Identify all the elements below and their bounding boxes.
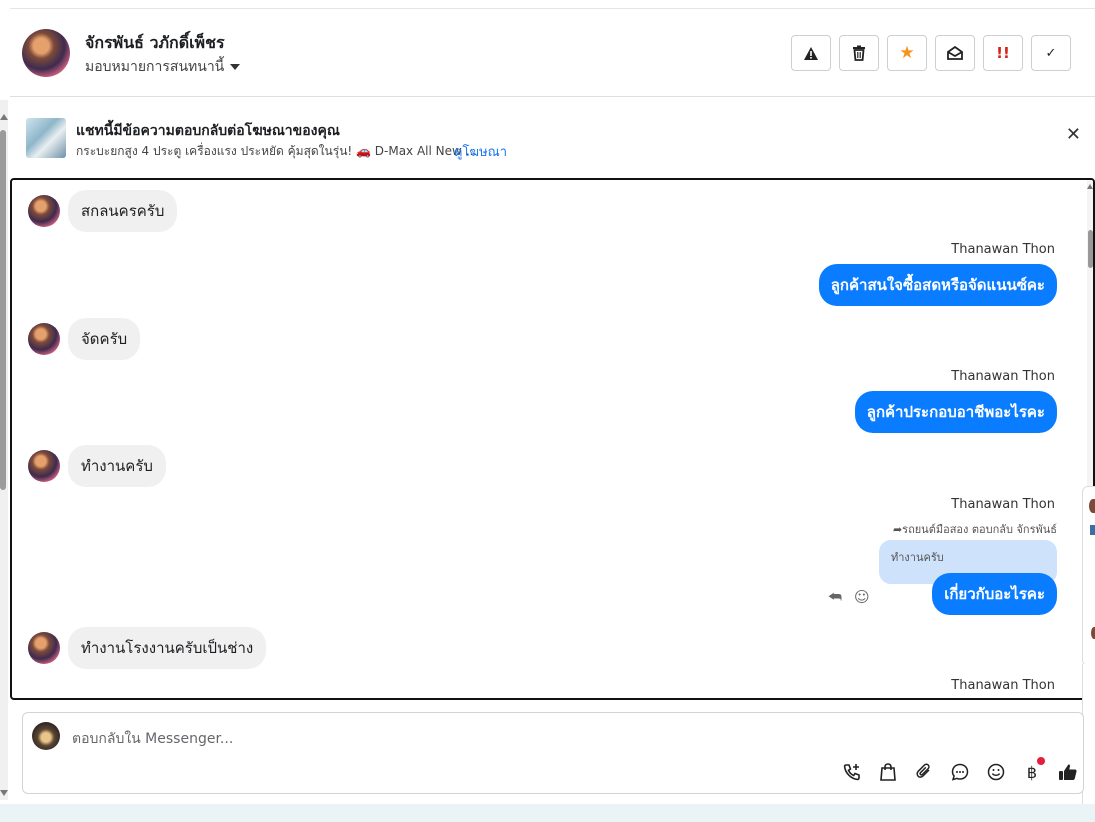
thumbs-up-icon[interactable] (1057, 761, 1079, 783)
reply-icon[interactable]: ⮪ (828, 588, 842, 606)
sender-name: Thanawan Thon (951, 369, 1055, 384)
composer-toolbar: ฿ (841, 757, 1079, 783)
emoji-icon[interactable] (985, 761, 1007, 783)
reply-reference-text: รถยนต์มือสอง ตอบกลับ จักรพันธ์ (902, 523, 1057, 536)
outgoing-bubble[interactable]: ลูกค้าประกอบอาชีพอะไรคะ (854, 391, 1057, 433)
scroll-up-arrow-icon[interactable] (1087, 184, 1093, 189)
ad-banner-title: แชทนี้มีข้อความตอบกลับต่อโฆษณาของคุณ (76, 123, 340, 139)
mark-unread-button[interactable] (935, 35, 975, 71)
message-tools: ⮪ ☺ (828, 588, 870, 606)
contact-avatar[interactable] (22, 29, 70, 77)
ad-thumbnail[interactable] (26, 118, 66, 158)
scroll-up-arrow-icon[interactable] (0, 114, 8, 120)
double-exclamation-icon: !! (996, 44, 1010, 62)
trash-icon (853, 45, 865, 61)
ad-reply-banner: แชทนี้มีข้อความตอบกลับต่อโฆษณาของคุณ กระ… (10, 98, 1095, 178)
contact-avatar[interactable] (28, 450, 60, 482)
reply-reference: ➦รถยนต์มือสอง ตอบกลับ จักรพันธ์ (893, 520, 1057, 538)
sender-name: Thanawan Thon (951, 678, 1055, 693)
incoming-bubble[interactable]: จัดครับ (68, 318, 141, 360)
incoming-bubble[interactable]: ทำงานครับ (68, 445, 166, 487)
incoming-message: สกลนครครับ (28, 190, 178, 232)
chat-bubble-icon[interactable] (949, 761, 971, 783)
thumbnail-fragment (1090, 525, 1095, 535)
baht-icon[interactable]: ฿ (1021, 757, 1045, 783)
side-panel-edge[interactable] (1082, 486, 1095, 666)
sender-name: Thanawan Thon (951, 242, 1055, 257)
scroll-down-arrow-icon[interactable] (0, 790, 8, 796)
mark-done-button[interactable]: ✓ (1031, 35, 1071, 71)
incoming-message: ทำงานโรงงานครับเป็นช่าง (28, 627, 267, 669)
ad-banner-subtitle: กระบะยกสูง 4 ประตู เครื่องแรง ประหยัด คุ… (76, 144, 478, 158)
outgoing-bubble[interactable]: ลูกค้าสนใจซื้อสดหรือจัดแนนซ์คะ (818, 264, 1057, 306)
envelope-open-icon (947, 46, 963, 60)
assign-label: มอบหมายการสนทนานี้ (85, 59, 225, 75)
check-icon: ✓ (1045, 45, 1057, 61)
reply-arrow-icon: ➦ (892, 523, 903, 536)
messenger-inbox-page: จักรพันธ์ วภักดิ์เพ็ชร มอบหมายการสนทนานี… (0, 0, 1095, 822)
warning-triangle-icon (804, 46, 818, 60)
paperclip-icon[interactable] (913, 761, 935, 783)
scroll-thumb[interactable] (1088, 230, 1093, 268)
follow-up-button[interactable]: !! (983, 35, 1023, 71)
avatar-fragment (1091, 627, 1095, 639)
reply-composer[interactable]: ตอบกลับใน Messenger... ฿ (22, 712, 1084, 794)
reply-input[interactable]: ตอบกลับใน Messenger... (72, 728, 233, 750)
bottom-bar (0, 804, 1095, 822)
contact-avatar[interactable] (28, 323, 60, 355)
avatar-fragment (1089, 499, 1095, 513)
sender-name: Thanawan Thon (951, 497, 1055, 512)
baht-glyph: ฿ (1026, 762, 1038, 782)
caret-down-icon (230, 64, 241, 70)
close-icon[interactable]: ✕ (1066, 126, 1081, 144)
header-actions: ★ !! ✓ (791, 35, 1071, 71)
phone-plus-icon[interactable] (841, 761, 863, 783)
contact-name[interactable]: จักรพันธ์ วภักดิ์เพ็ชร (85, 31, 225, 56)
notification-dot (1037, 757, 1045, 765)
incoming-message: จัดครับ (28, 318, 141, 360)
conversation-header: จักรพันธ์ วภักดิ์เพ็ชร มอบหมายการสนทนานี… (10, 9, 1095, 97)
outgoing-bubble[interactable]: เกี่ยวกับอะไรคะ (932, 573, 1057, 615)
left-scrollbar[interactable] (0, 100, 8, 800)
contact-avatar[interactable] (28, 195, 60, 227)
view-ad-link[interactable]: ดูโฆษณา (454, 141, 507, 162)
scroll-thumb[interactable] (0, 130, 6, 490)
star-icon: ★ (899, 43, 915, 63)
page-avatar (32, 722, 60, 750)
message-thread[interactable]: สกลนครครับ Thanawan Thon ลูกค้าสนใจซื้อส… (10, 178, 1095, 700)
star-button[interactable]: ★ (887, 35, 927, 71)
delete-button[interactable] (839, 35, 879, 71)
report-spam-button[interactable] (791, 35, 831, 71)
incoming-bubble[interactable]: ทำงานโรงงานครับเป็นช่าง (68, 627, 267, 669)
assign-conversation-dropdown[interactable]: มอบหมายการสนทนานี้ (85, 56, 241, 78)
react-emoji-icon[interactable]: ☺ (854, 588, 870, 606)
incoming-bubble[interactable]: สกลนครครับ (68, 190, 178, 232)
shopping-bag-icon[interactable] (877, 761, 899, 783)
contact-avatar[interactable] (28, 632, 60, 664)
incoming-message: ทำงานครับ (28, 445, 166, 487)
